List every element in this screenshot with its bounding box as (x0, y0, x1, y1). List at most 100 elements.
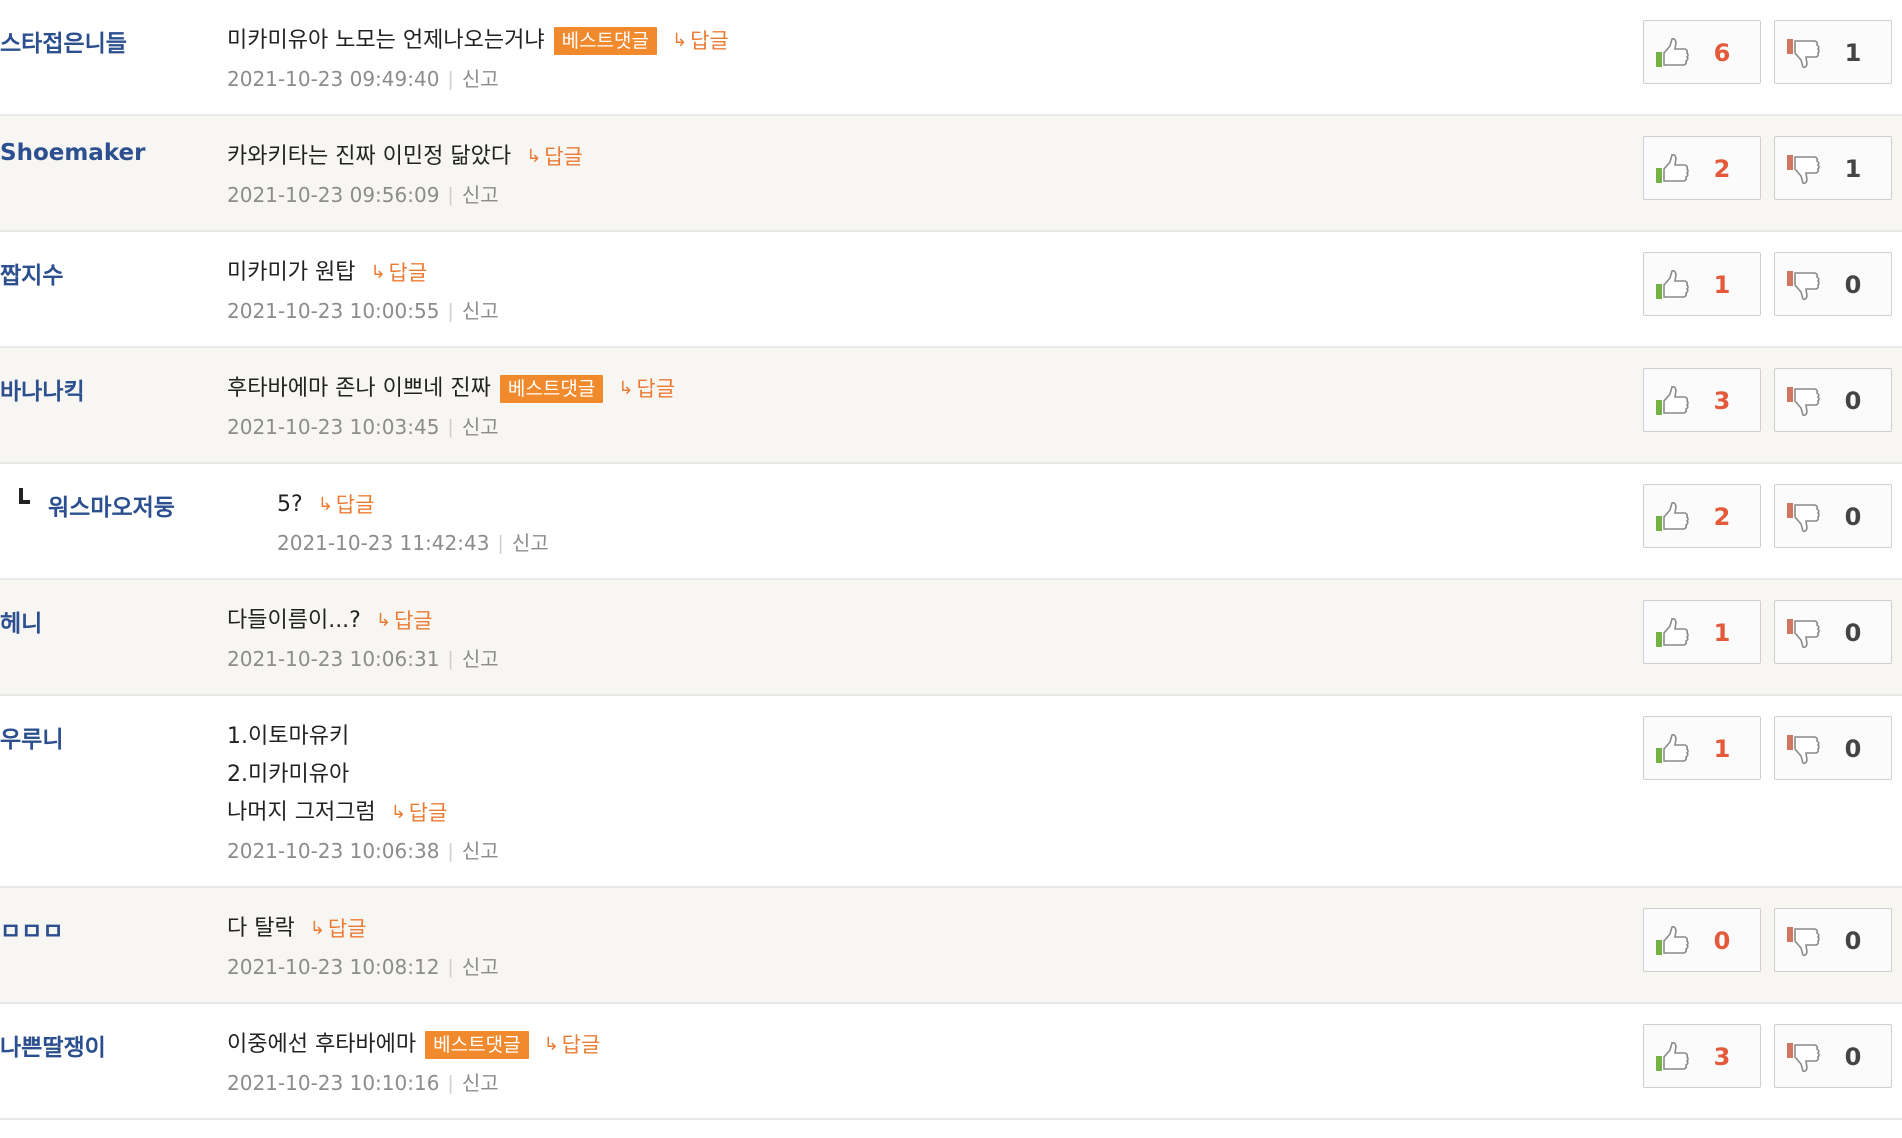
downvote-button[interactable]: 0 (1774, 368, 1892, 432)
report-link[interactable]: 신고 (462, 832, 499, 870)
report-link[interactable]: 신고 (462, 948, 499, 986)
upvote-button[interactable]: 3 (1643, 368, 1761, 432)
timestamp: 2021-10-23 10:08:12 (227, 955, 440, 979)
report-link[interactable]: 신고 (512, 524, 549, 562)
downvote-count: 1 (1844, 155, 1862, 183)
timestamp: 2021-10-23 10:06:31 (227, 647, 440, 671)
comment-text-line: 5? ↳ 답글 (277, 486, 549, 524)
upvote-count: 3 (1713, 387, 1731, 415)
upvote-count: 6 (1713, 39, 1731, 67)
upvote-button[interactable]: 6 (1643, 20, 1761, 84)
thumbs-up-icon (1654, 924, 1690, 958)
author-nickname[interactable]: 워스마오저둥 (48, 488, 175, 522)
upvote-button[interactable]: 1 (1643, 716, 1761, 780)
reply-label: 답글 (388, 261, 428, 285)
reply-label: 답글 (335, 493, 375, 517)
upvote-button[interactable]: 2 (1643, 484, 1761, 548)
downvote-button[interactable]: 0 (1774, 908, 1892, 972)
thumbs-down-icon (1785, 152, 1821, 186)
downvote-button[interactable]: 1 (1774, 20, 1892, 84)
comment-text: 2.미카미유아 (227, 762, 350, 787)
author-nickname[interactable]: 짭지수 (0, 256, 63, 290)
comment-text-line: 1.이토마유키 (227, 718, 499, 756)
upvote-button[interactable]: 3 (1643, 1024, 1761, 1088)
comment-meta: 2021-10-23 10:03:45 | 신고 (227, 408, 675, 446)
downvote-button[interactable]: 1 (1774, 136, 1892, 200)
upvote-count: 1 (1713, 619, 1731, 647)
comment-text: 미카미가 원탑 (227, 260, 356, 285)
comment-row: 헤니 다들이름이...? ↳ 답글 2021-10-23 10:06:31 | 신고 1 0 (0, 580, 1902, 696)
report-link[interactable]: 신고 (462, 408, 499, 446)
downvote-button[interactable]: 0 (1774, 484, 1892, 548)
author-nickname[interactable]: 나쁜딸쟁이 (0, 1028, 106, 1062)
reply-link[interactable]: ↳ 답글 (310, 910, 367, 948)
report-link[interactable]: 신고 (462, 60, 499, 98)
comment-text: 후타바에마 존나 이쁘네 진짜 (227, 376, 491, 401)
comment-meta: 2021-10-23 10:00:55 | 신고 (227, 292, 499, 330)
upvote-button[interactable]: 1 (1643, 600, 1761, 664)
comment-body: 1.이토마유키 2.미카미유아 나머지 그저그럼 ↳ 답글 2021-10-23 10:0… (227, 718, 499, 870)
reply-arrow-icon: ↳ (672, 30, 688, 51)
timestamp: 2021-10-23 09:49:40 (227, 67, 440, 91)
report-link[interactable]: 신고 (462, 176, 499, 214)
reply-arrow-icon: ↳ (370, 262, 386, 283)
reply-link[interactable]: ↳ 답글 (370, 254, 427, 292)
reply-label: 답글 (544, 145, 583, 169)
comment-row: 바나나킥 후타바에마 존나 이쁘네 진짜 베스트댓글 ↳ 답글 2021-10-23 10… (0, 348, 1902, 464)
reply-link[interactable]: ↳ 답글 (318, 486, 375, 524)
thumbs-up-icon (1654, 152, 1690, 186)
reply-label: 답글 (561, 1033, 601, 1057)
report-link[interactable]: 신고 (462, 1064, 499, 1102)
best-comment-badge: 베스트댓글 (425, 1031, 529, 1059)
thumbs-down-icon (1785, 1040, 1821, 1074)
author-nickname[interactable]: 헤니 (0, 604, 42, 638)
author-nickname[interactable]: ㅁㅁㅁ (0, 912, 63, 946)
comment-body: 다 탈락 ↳ 답글 2021-10-23 10:08:12 | 신고 (227, 910, 499, 986)
reply-link[interactable]: ↳ 답글 (376, 602, 433, 640)
meta-separator: | (447, 840, 454, 862)
reply-label: 답글 (327, 917, 367, 941)
report-link[interactable]: 신고 (462, 292, 499, 330)
comment-body: 이중에선 후타바에마 베스트댓글 ↳ 답글 2021-10-23 10:10:16 | 신고 (227, 1026, 600, 1102)
reply-link[interactable]: ↳ 답글 (672, 22, 729, 60)
comment-row: Shoemaker 카와키타는 진짜 이민정 닮았다 ↳ 답글 2021-10-23 0… (0, 116, 1902, 232)
author-nickname[interactable]: 바나나킥 (0, 372, 85, 406)
reply-arrow-icon: ↳ (543, 1034, 559, 1055)
upvote-count: 2 (1713, 155, 1731, 183)
reply-label: 답글 (393, 609, 433, 633)
reply-arrow-icon: ↳ (390, 802, 406, 823)
comment-meta: 2021-10-23 10:10:16 | 신고 (227, 1064, 600, 1102)
downvote-button[interactable]: 0 (1774, 716, 1892, 780)
timestamp: 2021-10-23 11:42:43 (277, 531, 490, 555)
author-nickname[interactable]: 스타접은니들 (0, 24, 127, 58)
reply-link[interactable]: ↳ 답글 (618, 370, 675, 408)
upvote-button[interactable]: 2 (1643, 136, 1761, 200)
thumbs-up-icon (1654, 732, 1690, 766)
reply-link[interactable]: ↳ 답글 (544, 1026, 601, 1064)
downvote-button[interactable]: 0 (1774, 600, 1892, 664)
comment-body: 미카미유아 노모는 언제나오는거냐 베스트댓글 ↳ 답글 2021-10-23 09:4… (227, 22, 729, 98)
comment-meta: 2021-10-23 11:42:43 | 신고 (277, 524, 549, 562)
upvote-button[interactable]: 1 (1643, 252, 1761, 316)
comment-text-line: 다들이름이...? ↳ 답글 (227, 602, 499, 640)
upvote-count: 3 (1713, 1043, 1731, 1071)
timestamp: 2021-10-23 10:00:55 (227, 299, 440, 323)
timestamp: 2021-10-23 10:06:38 (227, 839, 440, 863)
reply-link[interactable]: ↳ 답글 (526, 138, 583, 176)
reply-link[interactable]: ↳ 답글 (391, 794, 448, 832)
comment-meta: 2021-10-23 10:06:38 | 신고 (227, 832, 499, 870)
downvote-count: 0 (1844, 619, 1862, 647)
report-link[interactable]: 신고 (462, 640, 499, 678)
author-nickname[interactable]: Shoemaker (0, 140, 145, 166)
author-nickname[interactable]: 우루니 (0, 720, 63, 754)
downvote-button[interactable]: 0 (1774, 1024, 1892, 1088)
reply-arrow-icon: ↳ (317, 494, 333, 515)
downvote-button[interactable]: 0 (1774, 252, 1892, 316)
timestamp: 2021-10-23 10:03:45 (227, 415, 440, 439)
thumbs-down-icon (1785, 500, 1821, 534)
upvote-button[interactable]: 0 (1643, 908, 1761, 972)
meta-separator: | (447, 1072, 454, 1094)
thumbs-up-icon (1654, 268, 1690, 302)
comment-text-line: 미카미가 원탑 ↳ 답글 (227, 254, 499, 292)
meta-separator: | (447, 416, 454, 438)
